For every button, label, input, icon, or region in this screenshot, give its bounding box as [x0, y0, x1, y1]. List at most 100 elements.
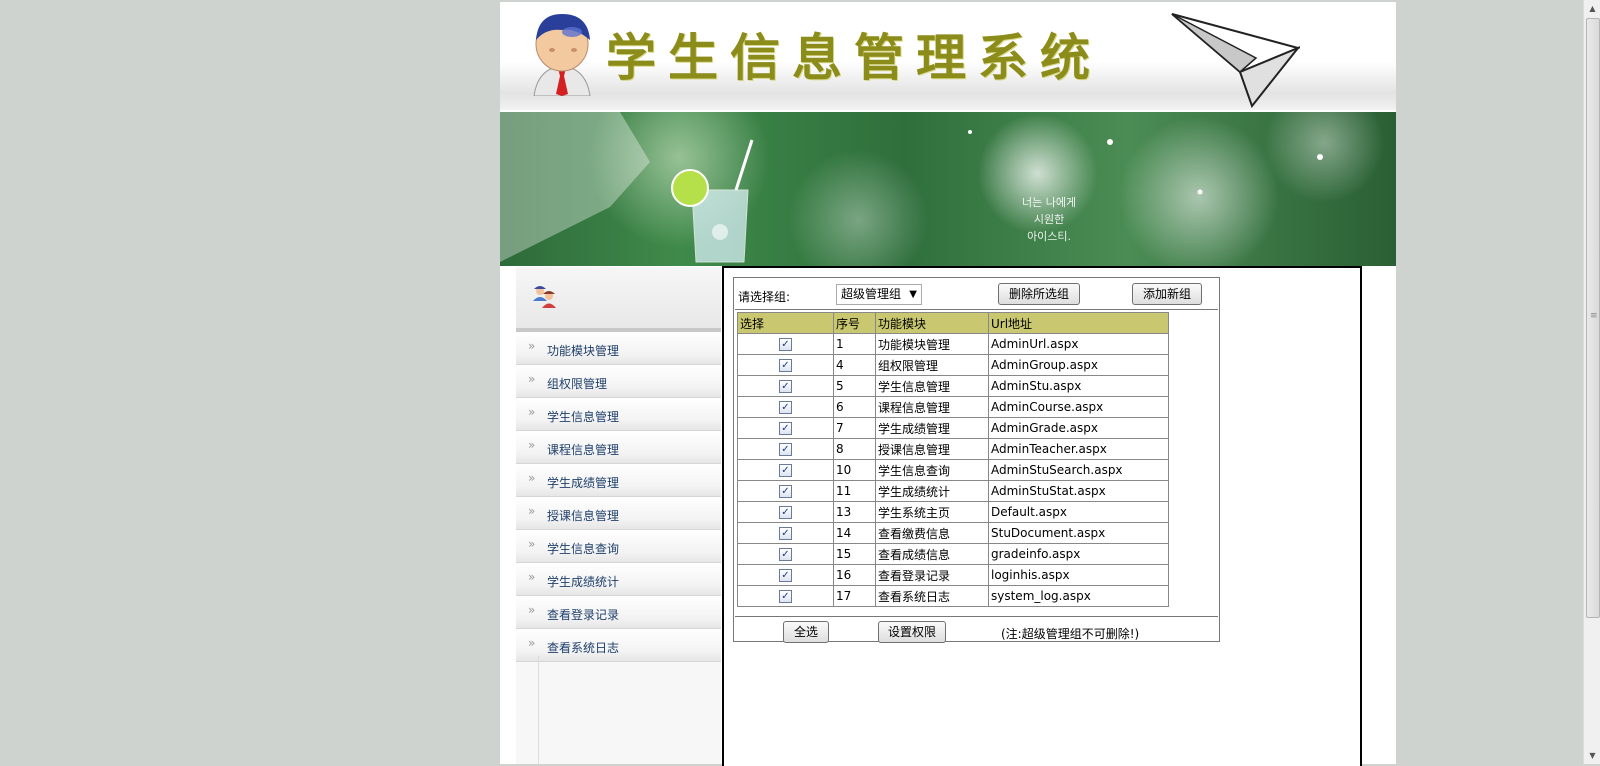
row-checkbox[interactable]: ✓ — [779, 338, 792, 351]
table-row: ✓ 13 学生系统主页 Default.aspx — [737, 501, 1169, 523]
row-url: AdminGrade.aspx — [988, 417, 1169, 439]
sidebar-item-grade-statistics[interactable]: » 学生成绩统计 — [516, 563, 721, 596]
row-id: 15 — [833, 543, 876, 565]
vertical-scrollbar[interactable]: ▲ ≡ ▼ — [1583, 0, 1600, 764]
row-module: 查看系统日志 — [875, 585, 989, 607]
select-all-button[interactable]: 全选 — [783, 621, 829, 643]
sidebar-item-label: 学生信息管理 — [547, 410, 620, 424]
table-header-row: 选择 序号 功能模块 Url地址 — [737, 312, 1169, 334]
double-chevron-right-icon: » — [528, 405, 536, 419]
sidebar-item-student-info[interactable]: » 学生信息管理 — [516, 398, 721, 431]
sidebar-item-student-search[interactable]: » 学生信息查询 — [516, 530, 721, 563]
add-new-group-button[interactable]: 添加新组 — [1132, 283, 1202, 305]
row-url: StuDocument.aspx — [988, 522, 1169, 544]
table-row: ✓ 17 查看系统日志 system_log.aspx — [737, 585, 1169, 607]
row-select-cell: ✓ — [737, 396, 834, 418]
table-row: ✓ 7 学生成绩管理 AdminGrade.aspx — [737, 417, 1169, 439]
row-url: AdminTeacher.aspx — [988, 438, 1169, 460]
sidebar-item-group-permissions[interactable]: » 组权限管理 — [516, 365, 721, 398]
decorative-banner: 너는 나에게 시원한 아이스티. — [500, 112, 1396, 266]
row-checkbox[interactable]: ✓ — [779, 422, 792, 435]
sidebar-item-login-history[interactable]: » 查看登录记录 — [516, 596, 721, 629]
row-id: 7 — [833, 417, 876, 439]
row-module: 学生成绩统计 — [875, 480, 989, 502]
sidebar-item-label: 学生成绩统计 — [547, 575, 620, 589]
row-id: 13 — [833, 501, 876, 523]
row-select-cell: ✓ — [737, 585, 834, 607]
group-select-label: 请选择组: — [738, 290, 791, 304]
column-header-id: 序号 — [833, 312, 876, 334]
row-module: 学生信息查询 — [875, 459, 989, 481]
row-id: 17 — [833, 585, 876, 607]
sidebar-item-label: 功能模块管理 — [547, 344, 620, 358]
sidebar-item-label: 课程信息管理 — [547, 443, 620, 457]
row-url: AdminGroup.aspx — [988, 354, 1169, 376]
group-select[interactable]: 超级管理组 ▼ — [836, 284, 922, 305]
row-select-cell: ✓ — [737, 501, 834, 523]
row-checkbox[interactable]: ✓ — [779, 401, 792, 414]
scroll-grip-icon: ≡ — [1590, 311, 1598, 321]
row-checkbox[interactable]: ✓ — [779, 443, 792, 456]
row-url: AdminUrl.aspx — [988, 333, 1169, 355]
double-chevron-right-icon: » — [528, 504, 536, 518]
row-id: 4 — [833, 354, 876, 376]
row-module: 查看成绩信息 — [875, 543, 989, 565]
sidebar-item-grade-management[interactable]: » 学生成绩管理 — [516, 464, 721, 497]
row-url: AdminStuSearch.aspx — [988, 459, 1169, 481]
sidebar-header — [516, 267, 721, 332]
row-checkbox[interactable]: ✓ — [779, 548, 792, 561]
row-checkbox[interactable]: ✓ — [779, 359, 792, 372]
double-chevron-right-icon: » — [528, 339, 536, 353]
row-select-cell: ✓ — [737, 354, 834, 376]
row-checkbox[interactable]: ✓ — [779, 590, 792, 603]
row-url: AdminStu.aspx — [988, 375, 1169, 397]
sidebar-item-teaching-info[interactable]: » 授课信息管理 — [516, 497, 721, 530]
paper-plane-icon — [1171, 13, 1300, 108]
row-checkbox[interactable]: ✓ — [779, 569, 792, 582]
sidebar-divider — [538, 656, 539, 764]
row-checkbox[interactable]: ✓ — [779, 464, 792, 477]
dropdown-arrow-icon: ▼ — [909, 289, 917, 300]
sidebar-item-label: 查看系统日志 — [547, 641, 620, 655]
row-module: 授课信息管理 — [875, 438, 989, 460]
row-module: 学生系统主页 — [875, 501, 989, 523]
system-title: 学生信息管理系统 — [606, 28, 1102, 87]
table-row: ✓ 15 查看成绩信息 gradeinfo.aspx — [737, 543, 1169, 565]
row-checkbox[interactable]: ✓ — [779, 380, 792, 393]
banner-caption: 너는 나에게 시원한 아이스티. — [1022, 196, 1077, 243]
row-id: 1 — [833, 333, 876, 355]
group-select-value: 超级管理组 — [841, 287, 902, 301]
row-select-cell: ✓ — [737, 417, 834, 439]
row-select-cell: ✓ — [737, 543, 834, 565]
double-chevron-right-icon: » — [528, 603, 536, 617]
row-url: AdminStuStat.aspx — [988, 480, 1169, 502]
table-row: ✓ 8 授课信息管理 AdminTeacher.aspx — [737, 438, 1169, 460]
sidebar-item-course-info[interactable]: » 课程信息管理 — [516, 431, 721, 464]
sidebar-item-system-log[interactable]: » 查看系统日志 — [516, 629, 721, 662]
scroll-up-arrow-icon[interactable]: ▲ — [1584, 0, 1600, 17]
row-url: Default.aspx — [988, 501, 1169, 523]
sidebar-item-module-management[interactable]: » 功能模块管理 — [516, 332, 721, 365]
row-url: system_log.aspx — [988, 585, 1169, 607]
row-checkbox[interactable]: ✓ — [779, 527, 792, 540]
row-select-cell: ✓ — [737, 564, 834, 586]
double-chevron-right-icon: » — [528, 471, 536, 485]
set-permission-button[interactable]: 设置权限 — [878, 621, 946, 643]
column-header-url: Url地址 — [988, 312, 1169, 334]
column-header-module: 功能模块 — [875, 312, 989, 334]
delete-selected-group-button[interactable]: 删除所选组 — [998, 283, 1080, 305]
row-url: loginhis.aspx — [988, 564, 1169, 586]
row-checkbox[interactable]: ✓ — [779, 485, 792, 498]
row-id: 11 — [833, 480, 876, 502]
table-body: ✓ 1 功能模块管理 AdminUrl.aspx ✓ 4 组权限管理 AdminGroup.a… — [737, 333, 1169, 607]
table-row: ✓ 4 组权限管理 AdminGroup.aspx — [737, 354, 1169, 376]
table-row: ✓ 5 学生信息管理 AdminStu.aspx — [737, 375, 1169, 397]
row-checkbox[interactable]: ✓ — [779, 506, 792, 519]
users-icon — [533, 286, 556, 308]
sidebar-item-label: 授课信息管理 — [547, 509, 620, 523]
table-row: ✓ 1 功能模块管理 AdminUrl.aspx — [737, 333, 1169, 355]
double-chevron-right-icon: » — [528, 537, 536, 551]
row-select-cell: ✓ — [737, 375, 834, 397]
scroll-down-arrow-icon[interactable]: ▼ — [1584, 747, 1600, 764]
scrollbar-thumb[interactable]: ≡ — [1586, 18, 1600, 618]
